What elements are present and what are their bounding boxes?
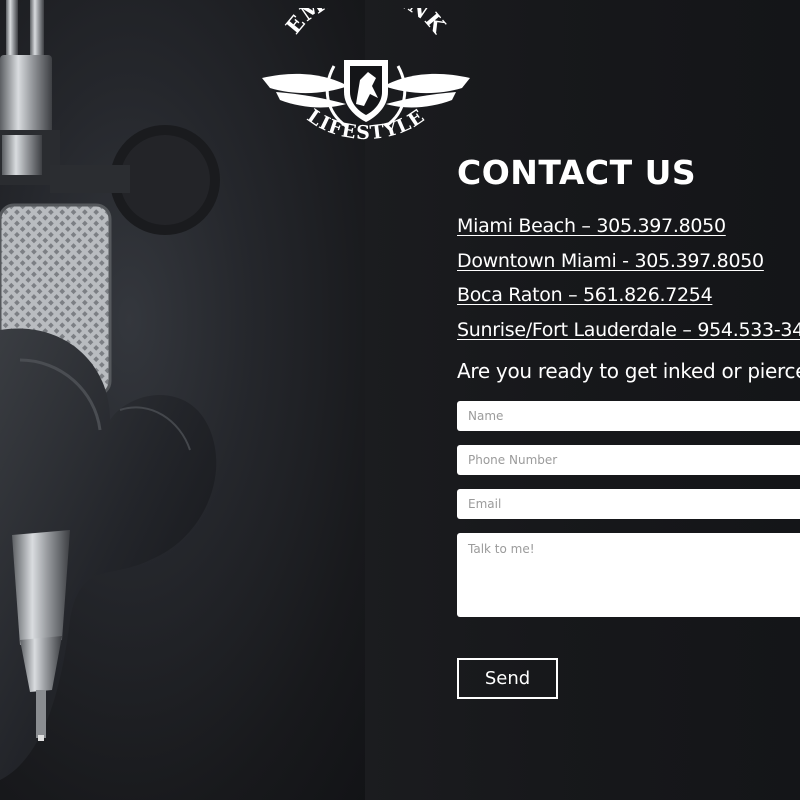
location-item: Sunrise/Fort Lauderdale – 954.533-344 bbox=[457, 318, 800, 353]
contact-page: EMPIRE INK LIFESTYLE CONTACT US Miami Be… bbox=[0, 0, 800, 800]
location-link-boca-raton[interactable]: Boca Raton – 561.826.7254 bbox=[457, 284, 713, 306]
email-field[interactable] bbox=[457, 489, 800, 519]
phone-field[interactable] bbox=[457, 445, 800, 475]
empire-ink-logo: EMPIRE INK LIFESTYLE bbox=[262, 8, 470, 144]
location-link-miami-beach[interactable]: Miami Beach – 305.397.8050 bbox=[457, 215, 726, 237]
message-field[interactable] bbox=[457, 533, 800, 617]
location-link-sunrise-fort-lauderdale[interactable]: Sunrise/Fort Lauderdale – 954.533-344 bbox=[457, 319, 800, 341]
location-item: Miami Beach – 305.397.8050 bbox=[457, 214, 800, 249]
name-field[interactable] bbox=[457, 401, 800, 431]
logo-top-text: EMPIRE INK bbox=[280, 8, 450, 39]
page-title: CONTACT US bbox=[457, 153, 697, 192]
location-list: Miami Beach – 305.397.8050 Downtown Miam… bbox=[457, 214, 800, 352]
svg-text:EMPIRE INK: EMPIRE INK bbox=[280, 8, 451, 39]
location-link-downtown-miami[interactable]: Downtown Miami - 305.397.8050 bbox=[457, 250, 764, 272]
send-button[interactable]: Send bbox=[457, 658, 558, 699]
contact-section: CONTACT US Miami Beach – 305.397.8050 Do… bbox=[457, 152, 800, 384]
form-prompt: Are you ready to get inked or pierced? bbox=[457, 359, 800, 383]
location-item: Boca Raton – 561.826.7254 bbox=[457, 283, 800, 318]
location-item: Downtown Miami - 305.397.8050 bbox=[457, 249, 800, 284]
